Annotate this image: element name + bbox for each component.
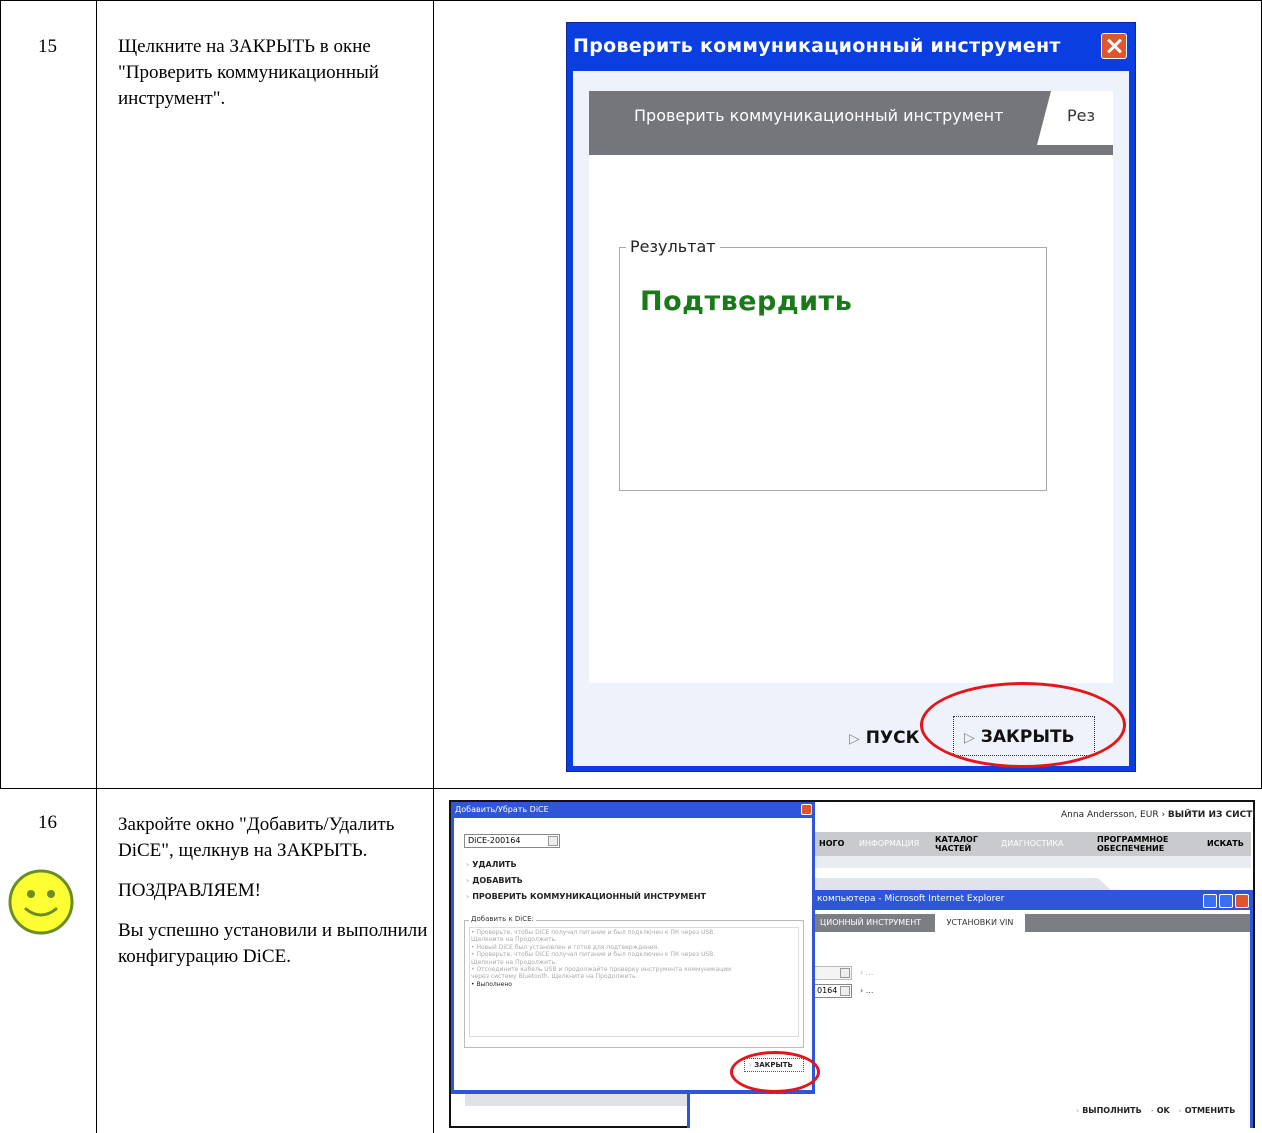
- add-link[interactable]: › ДОБАВИТЬ: [466, 876, 523, 885]
- start-button[interactable]: ▷ ПУСК: [849, 728, 920, 748]
- cancel-button[interactable]: ОТМЕНИТЬ: [1185, 1106, 1236, 1115]
- dots-label: ...: [865, 986, 874, 995]
- dialog-content: Результат Подтвердить: [589, 155, 1113, 683]
- footer-actions: › ВЫПОЛНИТЬ › OK › ОТМЕНИТЬ: [1070, 1106, 1235, 1115]
- step-number: 16: [38, 812, 57, 833]
- check-tool-link-label: ПРОВЕРИТЬ КОММУНИКАЦИОННЫЙ ИНСТРУМЕНТ: [472, 892, 706, 901]
- ie-window-title: компьютера - Microsoft Internet Explorer: [817, 894, 1005, 904]
- select-value: DiCE-200164: [468, 836, 521, 845]
- main-navigation: НОГО ИНФОРМАЦИЯ КАТАЛОГ ЧАСТЕЙ ДИАГНОСТИ…: [813, 832, 1251, 856]
- chevron-down-icon: [840, 986, 850, 996]
- step-instruction: Закройте окно "Добавить/Удалить DiCE", щ…: [118, 812, 428, 984]
- arrow-right-icon: ›: [1150, 1106, 1154, 1115]
- dialog-title: Добавить/Убрать DiCE: [455, 805, 549, 814]
- nav-item-software[interactable]: ПРОГРАММНОЕ ОБЕСПЕЧЕНИЕ: [1097, 835, 1168, 853]
- maximize-icon[interactable]: [1219, 894, 1233, 908]
- run-button[interactable]: ВЫПОЛНИТЬ: [1082, 1106, 1141, 1115]
- user-info: Anna Andersson, EUR › ВЫЙТИ ИЗ СИСТЕМЫ: [1061, 810, 1255, 820]
- user-name: Anna Andersson, EUR: [1061, 810, 1159, 820]
- background-web-page: Anna Andersson, EUR › ВЫЙТИ ИЗ СИСТЕМЫ Н…: [449, 800, 1255, 1128]
- nav-item-parts-catalog[interactable]: КАТАЛОГ ЧАСТЕЙ: [935, 835, 981, 853]
- table-border-top: [0, 0, 1262, 1]
- instruction-text: Закройте окно "Добавить/Удалить DiCE", щ…: [118, 814, 395, 861]
- step-number: 15: [38, 36, 57, 57]
- log-line: • Новый DiCE был установлен и готов для …: [471, 943, 660, 951]
- select-value: 0164: [817, 986, 838, 995]
- arrow-right-icon: ›: [466, 860, 470, 869]
- instruction-text: Щелкните на ЗАКРЫТЬ в окне "Проверить ко…: [118, 36, 379, 109]
- start-button-label: ПУСК: [865, 728, 920, 748]
- step-instruction: Щелкните на ЗАКРЫТЬ в окне "Проверить ко…: [118, 34, 418, 126]
- table-border-left: [0, 0, 1, 788]
- check-tool-link[interactable]: › ПРОВЕРИТЬ КОММУНИКАЦИОННЫЙ ИНСТРУМЕНТ: [466, 892, 706, 901]
- result-status: Подтвердить: [640, 286, 853, 317]
- dialog-title: Проверить коммуникационный инструмент: [573, 35, 1061, 57]
- nav-item-search[interactable]: ИСКАТЬ: [1207, 839, 1244, 848]
- tab-result-label: Рез: [1067, 106, 1095, 125]
- arrow-right-icon: ›: [1076, 1106, 1080, 1115]
- close-icon[interactable]: [801, 804, 812, 815]
- browse-link-disabled: › ...: [860, 968, 873, 977]
- log-line: • Проверьте, чтобы DiCE получал питание …: [471, 929, 716, 944]
- log-line: • Проверьте, чтобы DiCE получал питание …: [471, 951, 716, 966]
- tab-strip: [589, 145, 1113, 155]
- success-text: Вы успешно установили и выполнили конфиг…: [118, 920, 428, 967]
- arrow-right-icon: ›: [466, 876, 470, 885]
- arrow-right-icon: ›: [860, 968, 864, 977]
- nav-item[interactable]: НОГО: [819, 839, 844, 848]
- congratulations-text: ПОЗДРАВЛЯЕМ!: [118, 880, 261, 901]
- nav-item-diagnostics[interactable]: ДИАГНОСТИКА: [1001, 839, 1064, 848]
- minimize-icon[interactable]: [1203, 894, 1217, 908]
- log-line-done: • Выполнено: [471, 980, 512, 988]
- arrow-right-icon: ▷: [849, 731, 860, 747]
- ok-button[interactable]: OK: [1157, 1106, 1170, 1115]
- dice-select[interactable]: DiCE-200164: [464, 834, 560, 848]
- close-icon[interactable]: [1235, 894, 1249, 908]
- logout-link[interactable]: ВЫЙТИ ИЗ СИСТЕМЫ: [1168, 810, 1255, 820]
- dots-label: ...: [865, 968, 874, 977]
- add-link-label: ДОБАВИТЬ: [472, 876, 523, 885]
- tab-communication-tool[interactable]: ЦИОННЫЙ ИНСТРУМЕНТ: [820, 918, 921, 927]
- column-divider-1: [96, 0, 97, 1133]
- add-remove-dice-dialog: Добавить/Убрать DiCE DiCE-200164 › УДАЛИТ…: [451, 802, 815, 1094]
- result-group-label: Результат: [626, 237, 720, 256]
- close-icon[interactable]: [1101, 33, 1127, 59]
- arrow-right-icon: ›: [860, 986, 864, 995]
- dialog-body: DiCE-200164 › УДАЛИТЬ › ДОБАВИТЬ › ПРОВЕРИТ…: [454, 818, 812, 1090]
- smiley-face-icon: [8, 869, 74, 935]
- arrow-right-icon: ›: [466, 892, 470, 901]
- group-label: Добавить к DiCE:: [469, 915, 536, 923]
- chevron-down-icon: [840, 968, 850, 978]
- arrow-right-icon: ›: [1178, 1106, 1182, 1115]
- remove-link-label: УДАЛИТЬ: [472, 860, 517, 869]
- remove-link[interactable]: › УДАЛИТЬ: [466, 860, 517, 869]
- add-to-dice-group: Добавить к DiCE: • Проверьте, чтобы DiCE…: [464, 915, 804, 1048]
- add-remove-dice-screenshot: Anna Andersson, EUR › ВЫЙТИ ИЗ СИСТЕМЫ Н…: [449, 800, 1255, 1128]
- highlight-circle: [920, 682, 1126, 768]
- browse-link[interactable]: › ...: [860, 986, 873, 995]
- highlight-circle: [730, 1051, 820, 1093]
- row-divider: [0, 788, 1262, 789]
- check-communication-tool-dialog: Проверить коммуникационный инструмент Пр…: [566, 22, 1136, 772]
- log-line: • Отсоедините кабель USB и продолжайте п…: [471, 966, 732, 981]
- nav-item-information[interactable]: ИНФОРМАЦИЯ: [859, 839, 919, 848]
- dialog-body: Проверить коммуникационный инструмент Ре…: [573, 71, 1129, 766]
- column-divider-2: [433, 0, 434, 1133]
- nav-underline: [813, 856, 1251, 868]
- chevron-down-icon: [548, 836, 558, 846]
- tab-vin-settings[interactable]: УСТАНОВКИ VIN: [935, 914, 1025, 932]
- result-group: Результат Подтвердить: [619, 237, 1047, 491]
- log-text: • Проверьте, чтобы DiCE получал питание …: [471, 929, 737, 988]
- tab-check-tool-label: Проверить коммуникационный инструмент: [634, 106, 1004, 125]
